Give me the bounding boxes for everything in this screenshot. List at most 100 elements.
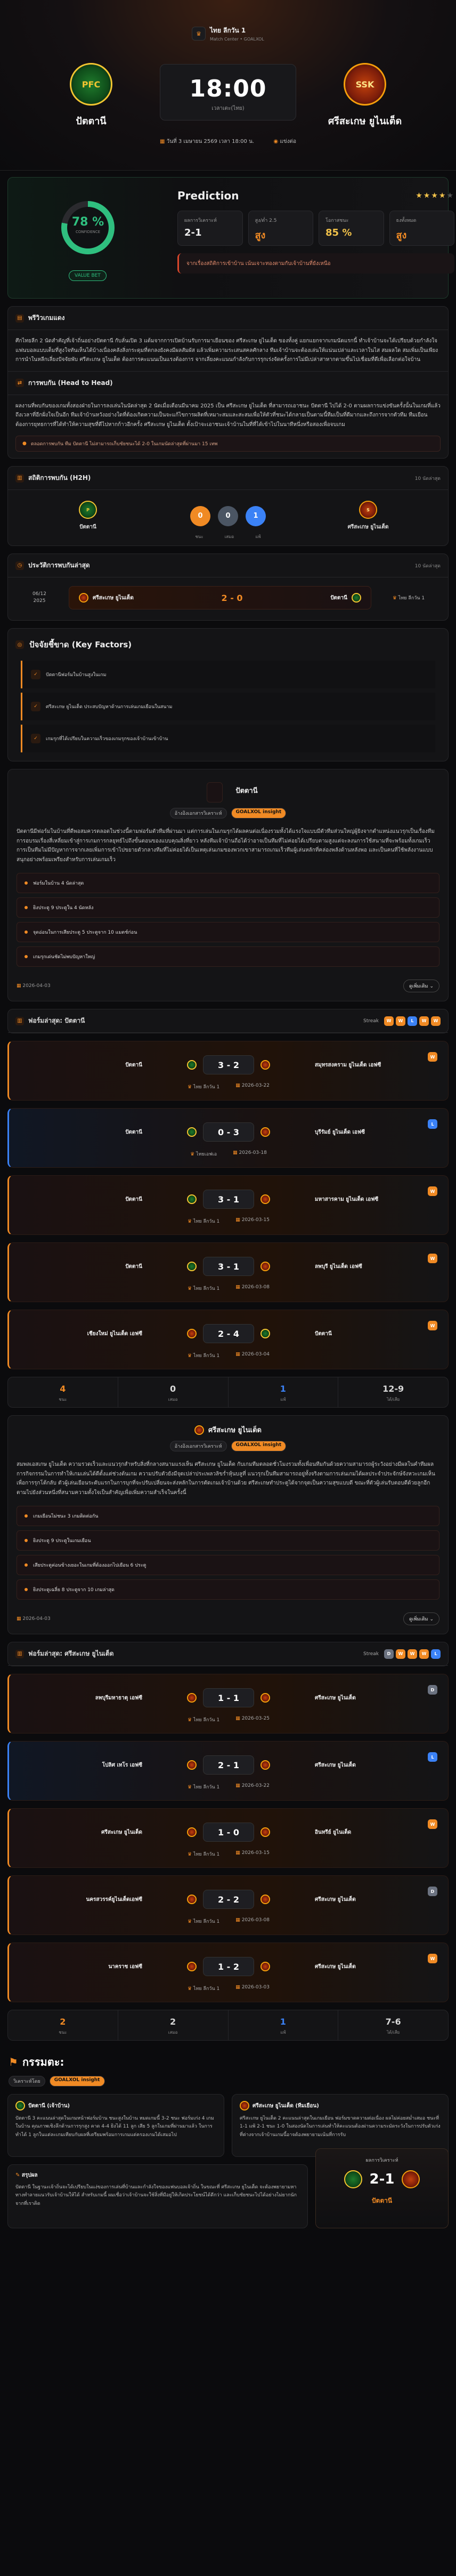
team-crest xyxy=(187,1060,197,1070)
match-home: ลพบุรีมหาธาตุ เอฟซี xyxy=(95,1695,142,1701)
verdict-section: ⚑ กรรมตะ: วิเคราะห์โดย GOALXOL insight ปัต… xyxy=(7,2048,449,2240)
match-league: ♛ ไทย ลีกวัน 1 xyxy=(187,1852,220,1857)
verdict-title: กรรมตะ: xyxy=(22,2056,64,2068)
trophy-icon: ♛ xyxy=(192,27,206,41)
match-league: ♛ ไทย ลีกวัน 1 xyxy=(187,1085,220,1090)
away-analysis-card: ศรีสะเกษ ยูไนเต็ด อ้างอิงเอกสารวิเคราะห์… xyxy=(7,1415,449,1634)
confidence-value: 78 % xyxy=(71,215,104,229)
more-button[interactable]: ดูเพิ่มเติม ⌄ xyxy=(403,980,439,992)
match-row[interactable]: ปัตตานี 3 - 1 ลพบุรี ยูไนเต็ด เอฟซี W ♛ ไทย … xyxy=(7,1242,449,1302)
swap-icon: ⇄ xyxy=(15,379,24,387)
meeting-year: 2025 xyxy=(33,598,46,604)
wins-count: 0 xyxy=(190,505,210,526)
match-row[interactable]: ปัตตานี 0 - 3 บุรีรัมย์ ยูไนเต็ด เอฟซี L ♛ ไ… xyxy=(7,1108,449,1168)
away-crest-small xyxy=(194,1425,205,1435)
match-home: ปัตตานี xyxy=(125,1263,142,1270)
match-score: 1 - 2 xyxy=(203,1957,254,1976)
match-date: ▦ 2026-03-04 xyxy=(235,1352,270,1357)
team-crest xyxy=(260,1693,270,1703)
prediction-box: ผลการวิเคราะห์ 2-1 xyxy=(177,211,243,246)
kickoff-time: 18:00 xyxy=(189,75,267,102)
last-meeting-card: ◷ ประวัติการพบกันล่าสุด 10 นัดล่าสุด 06/12… xyxy=(7,553,449,621)
match-league: ♛ ไทย ลีกวัน 1 xyxy=(187,1718,220,1723)
match-home: ศรีสะเกษ ยูไนเต็ด xyxy=(101,1829,142,1835)
team-crest xyxy=(187,1962,197,1971)
match-score: 1 - 0 xyxy=(203,1823,254,1842)
match-date: ▦ 2026-03-22 xyxy=(235,1783,270,1788)
match-date: ▦ 2026-03-25 xyxy=(235,1716,270,1721)
league-name: ไทย ลีกวัน 1 xyxy=(210,27,246,34)
h2h-away[interactable]: S ศรีสะเกษ ยูไนเต็ด xyxy=(331,501,405,531)
location-icon: ◉ xyxy=(273,139,279,145)
match-home: นาคราช เอฟซี xyxy=(108,1963,142,1970)
prediction-note: จากเรื่องสถิติการเข้าบ้าน เน้นเจาะทองตาม… xyxy=(177,253,454,274)
home-recent-card: ▥ ฟอร์มล่าสุด: ปัตตานี Streak W W L W W xyxy=(7,1009,449,1033)
author-pill: วิเคราะห์โดย xyxy=(9,2076,45,2087)
verdict-summary: ✎ สรุปผล ปัตตานี ในฐานะเจ้าถิ่นจะได้เปรีย… xyxy=(7,2164,308,2228)
last-meeting-row[interactable]: 06/12 2025 ศรีสะเกษ ยูไนเต็ด 2 - 0 ปัตตาน… xyxy=(8,577,448,620)
more-button[interactable]: ดูเพิ่มเติม ⌄ xyxy=(403,1612,439,1625)
key-factor: ✓ ปัตตานีฟอร์มในบ้านสูงในเกม xyxy=(21,661,435,688)
match-row[interactable]: นครสวรรค์ยูไนเต็ดเอฟซี 2 - 2 ศรีสะเกษ ยูไน… xyxy=(7,1875,449,1935)
analysis-point: จุดอ่อนในการเสียประตู 5 ประตูจาก 10 แมตช… xyxy=(17,922,439,942)
match-row[interactable]: ปัตตานี 3 - 1 มหาสารคาม ยูไนเต็ด เอฟซี W ♛ ไ… xyxy=(7,1175,449,1235)
h2h-home[interactable]: P ปัตตานี xyxy=(51,501,125,531)
match-row[interactable]: เชียงใหม่ ยูไนเต็ด เอฟซี 2 - 4 ปัตตานี W ♛ ไ… xyxy=(7,1310,449,1369)
meeting-score: 2 - 0 xyxy=(221,592,243,603)
streak-badge: L xyxy=(431,1649,441,1659)
away-summary-stats: 2 ชนะ 2 เสมอ 1 แพ้ 7-6 ได้/เสีย xyxy=(7,2010,449,2041)
team-crest xyxy=(260,1329,270,1338)
away-crest-small xyxy=(79,593,88,603)
last-sub: 10 นัดล่าสุด xyxy=(414,563,441,569)
away-team[interactable]: SSK ศรีสะเกษ ยูไนเต็ด xyxy=(325,63,405,129)
match-row[interactable]: โปลิศ เทโร เอฟซี 2 - 1 ศรีสะเกษ ยูไนเต็ด L ♛… xyxy=(7,1741,449,1801)
result-badge: W xyxy=(428,1819,437,1829)
analysis-point: เกมเยือนไม่ชนะ 3 เกมติดต่อกัน xyxy=(17,1506,439,1526)
home-name: ปัตตานี xyxy=(76,116,107,127)
match-score: 2 - 2 xyxy=(203,1890,254,1909)
match-league: ♛ ไทย ลีกวัน 1 xyxy=(187,1286,220,1291)
match-row[interactable]: ลพบุรีมหาธาตุ เอฟซี 1 - 1 ศรีสะเกษ ยูไนเต็… xyxy=(7,1674,449,1734)
match-row[interactable]: ศรีสะเกษ ยูไนเต็ด 1 - 0 อินทรีย์ ยูไนเต็ด W… xyxy=(7,1808,449,1868)
verdict-home: ปัตตานี (เจ้าบ้าน) ปัตตานี 3 คะแนนล่าสุดใ… xyxy=(7,2094,224,2157)
trophy-icon: ♛ xyxy=(392,596,397,601)
analysis-point: ยิงประตู 9 ประตูใน 4 นัดหลัง xyxy=(17,897,439,918)
prediction-card: 78 % CONFIDENCE VALUE BET Prediction ★★★… xyxy=(7,177,454,299)
result-score: 2-1 xyxy=(369,2171,395,2187)
team-crest xyxy=(187,1127,197,1137)
meeting-away: ปัตตานี xyxy=(330,595,347,601)
source-pill: อ้างอิงเอกสารวิเคราะห์ xyxy=(169,808,227,818)
h2h-sub: 10 นัดล่าสุด xyxy=(414,476,441,482)
match-row[interactable]: ปัตตานี 3 - 2 สมุทรสงคราม ยูไนเต็ด เอฟซี W ♛… xyxy=(7,1041,449,1101)
team-crest xyxy=(187,1329,197,1338)
result-badge: L xyxy=(428,1119,437,1129)
match-away: ศรีสะเกษ ยูไนเต็ด xyxy=(315,1695,356,1701)
match-score: 1 - 1 xyxy=(203,1688,254,1707)
page: ♛ ไทย ลีกวัน 1 Match Center • GOALXOL PF… xyxy=(0,0,456,2240)
verdict-away: ศรีสะเกษ ยูไนเต็ด (ทีมเยือน) ศรีสะเกษ ยูไ… xyxy=(232,2094,449,2157)
team-crest xyxy=(260,1827,270,1837)
match-date: ▦ 2026-03-18 xyxy=(233,1150,267,1155)
prediction-title: Prediction xyxy=(177,189,239,202)
history-icon: ◷ xyxy=(15,561,24,570)
league-info[interactable]: ♛ ไทย ลีกวัน 1 Match Center • GOALXOL xyxy=(192,26,264,42)
prediction-box: สูง/ต่ำ 2.5 สูง xyxy=(248,211,313,246)
status-text: ◉ แข่งต่อ xyxy=(273,139,296,145)
match-away: ปัตตานี xyxy=(315,1330,332,1337)
streak-badge: W xyxy=(408,1649,417,1659)
match-date: ▦ 2026-03-03 xyxy=(235,1985,270,1990)
home-team[interactable]: PFC ปัตตานี xyxy=(51,63,131,129)
analysis-point: ยิงประตูเฉลี่ย 8 ประตูจาก 10 เกมล่าสุด xyxy=(17,1579,439,1600)
streak-badge: W xyxy=(396,1016,405,1026)
key-factor: ✓ เกมรุกที่ได้เปรียบในความเร็วของเกมรุกขอ… xyxy=(21,725,435,752)
match-home: ปัตตานี xyxy=(125,1196,142,1202)
target-icon: ◎ xyxy=(15,640,24,649)
prediction-box: ธงทั้งหมด สูง xyxy=(389,211,454,246)
confidence-label: CONFIDENCE xyxy=(75,230,101,234)
result-badge: D xyxy=(428,1685,437,1695)
match-date: ▦ 2026-03-15 xyxy=(235,1850,270,1856)
match-home: นครสวรรค์ยูไนเต็ดเอฟซี xyxy=(86,1896,142,1903)
match-league: ♛ ไทย ลีกวัน 1 xyxy=(187,1353,220,1359)
info-icon: ● xyxy=(22,441,27,446)
match-row[interactable]: นาคราช เอฟซี 1 - 2 ศรีสะเกษ ยูไนเต็ด W ♛ ไทย… xyxy=(7,1943,449,2002)
